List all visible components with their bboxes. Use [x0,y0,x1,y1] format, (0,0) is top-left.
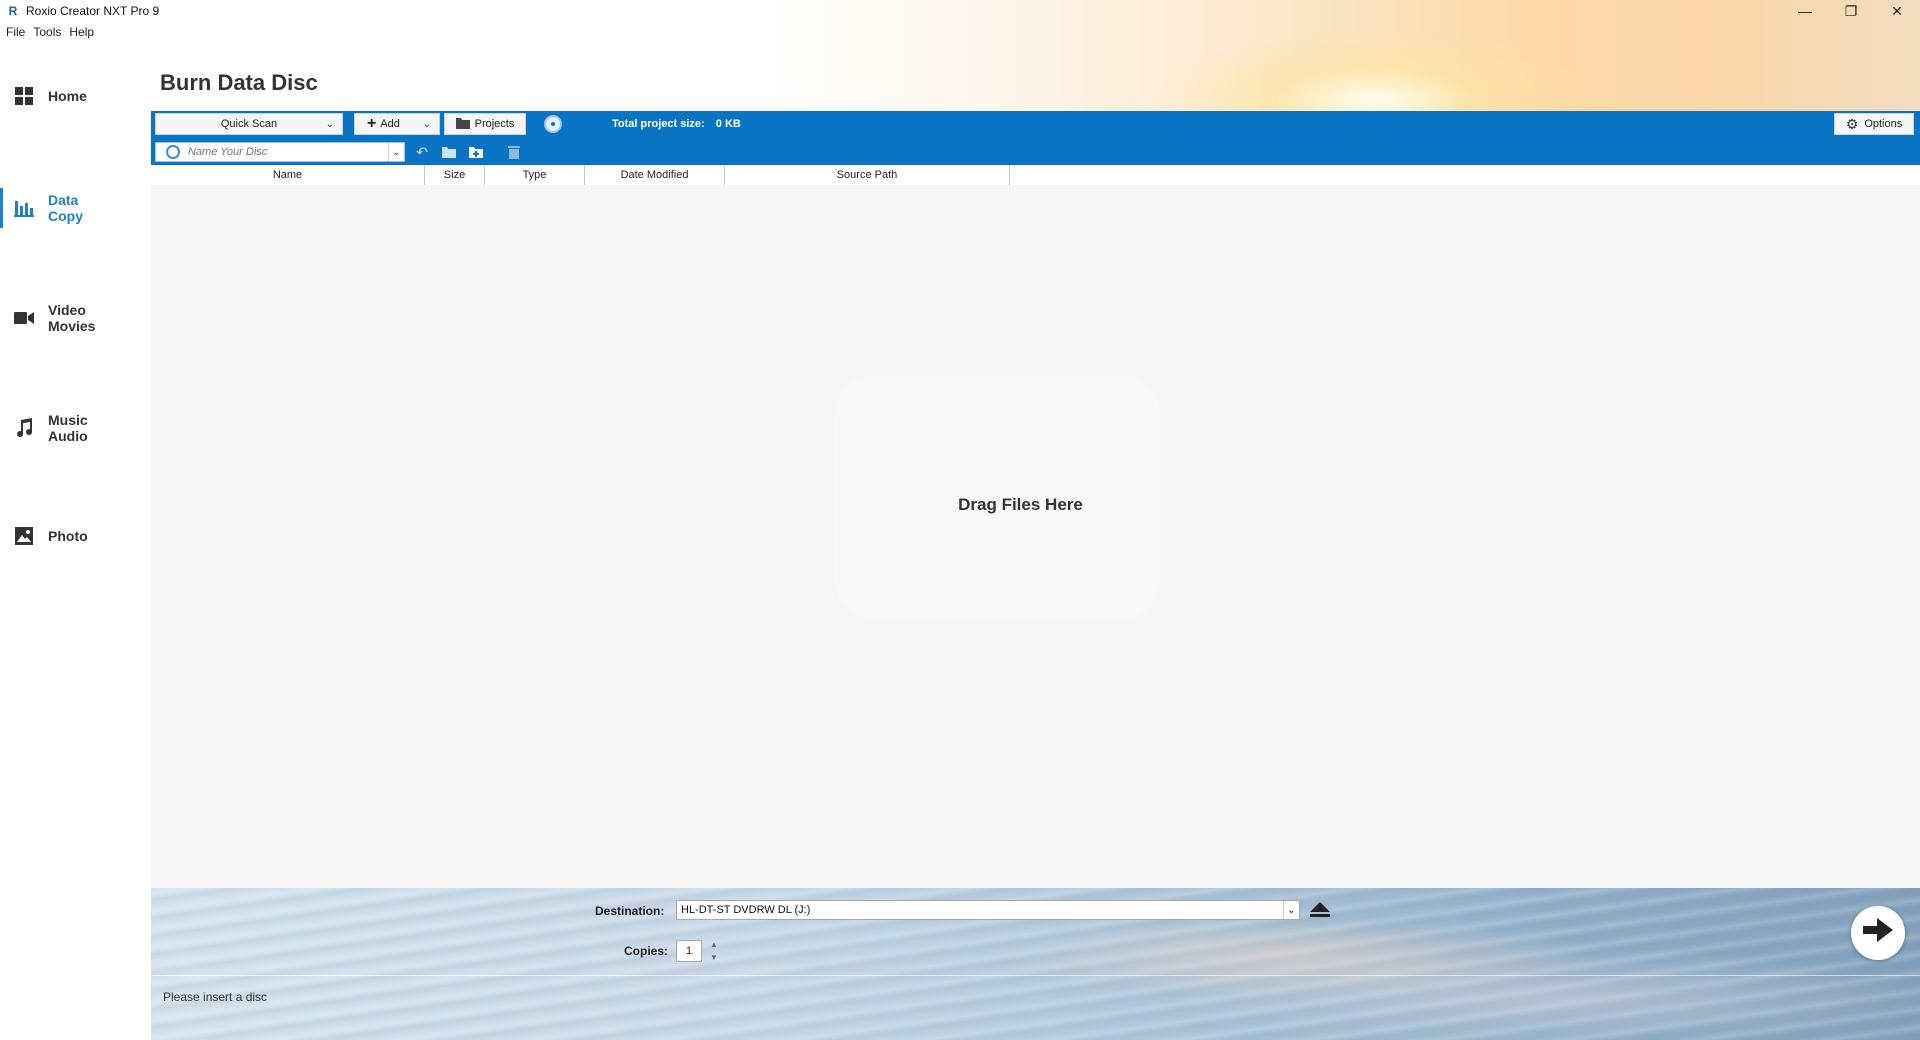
copies-stepper[interactable]: ▲ ▼ [707,940,721,962]
total-project-size: Total project size: 0 KB [612,118,741,130]
page-title: Burn Data Disc [160,70,318,95]
chevron-down-icon: ⌄ [1283,901,1299,919]
window-title: Roxio Creator NXT Pro 9 [26,4,160,18]
add-button[interactable]: + Add ⌄ [354,113,440,135]
sidebar-item-label-line1: Music [48,412,88,428]
scan-mode-label: Quick Scan [220,118,278,130]
chart-icon [14,198,34,218]
scan-mode-dropdown[interactable]: Quick Scan ⌄ [155,113,343,135]
sidebar-item-label-line1: Data [48,192,79,208]
destination-label: Destination: [595,904,665,918]
sidebar-item-label: Home [48,88,87,104]
status-text: Please insert a disc [163,990,268,1004]
chevron-down-icon: ⌄ [325,118,334,130]
file-list[interactable]: Name Size Type Date Modified Source Path… [151,165,1920,888]
projects-button[interactable]: Projects [444,113,526,135]
music-note-icon [14,418,34,438]
drop-zone-text: Drag Files Here [958,495,1083,514]
menu-file[interactable]: File [6,25,25,39]
disc-name-field[interactable]: ⌄ [155,142,405,162]
delete-icon[interactable] [505,143,523,161]
column-header-type[interactable]: Type [485,165,585,185]
disc-icon [166,145,180,159]
app-logo-icon: R [8,4,18,18]
sidebar-item-home[interactable]: Home [0,86,150,106]
burn-panel: Destination: HL-DT-ST DVDRW DL (J:) ⌄ Co… [151,888,1920,1040]
copies-label: Copies: [624,944,669,958]
chevron-down-icon[interactable]: ▼ [710,953,718,962]
close-button[interactable]: ✕ [1874,0,1920,22]
arrow-right-icon [1863,916,1893,950]
menu-bar: File Tools Help [0,22,102,42]
folder-icon [455,117,470,132]
plus-icon: + [367,115,377,132]
chevron-up-icon[interactable]: ▲ [710,940,718,949]
column-header-name[interactable]: Name [151,165,425,185]
sidebar-item-label-line2: Audio [48,428,88,444]
sidebar-item-photo[interactable]: Photo [0,526,150,546]
title-bar: R Roxio Creator NXT Pro 9 — ❐ ✕ [0,0,1920,22]
projects-label: Projects [474,118,515,130]
image-icon [14,526,34,546]
sidebar-item-label-line1: Video [48,302,86,318]
chevron-down-icon[interactable]: ⌄ [388,143,404,161]
column-header-size[interactable]: Size [425,165,485,185]
disc-refresh-icon[interactable] [544,115,562,133]
sidebar: Home Data Copy Video Movies Music Audio [0,42,150,1040]
sidebar-item-video-movies[interactable]: Video Movies [0,302,150,334]
destination-value: HL-DT-ST DVDRW DL (J:) [681,904,811,916]
sidebar-item-music-audio[interactable]: Music Audio [0,412,150,444]
restore-button[interactable]: ❐ [1828,0,1874,22]
sidebar-item-label-line2: Movies [48,318,96,334]
new-folder-icon[interactable] [467,143,485,161]
sidebar-item-data-copy[interactable]: Data Copy [0,188,150,228]
eject-icon[interactable] [1309,900,1331,920]
gear-icon: ⚙ [1845,115,1859,132]
divider [151,975,1920,976]
column-header-source-path[interactable]: Source Path [725,165,1010,185]
copies-input[interactable]: 1 [676,940,702,962]
video-camera-icon [14,308,34,328]
menu-tools[interactable]: Tools [33,25,61,39]
sidebar-item-label: Photo [48,528,88,544]
destination-dropdown[interactable]: HL-DT-ST DVDRW DL (J:) ⌄ [676,900,1300,920]
column-header-date-modified[interactable]: Date Modified [585,165,725,185]
options-label: Options [1864,118,1903,130]
add-label: Add [380,118,400,130]
menu-help[interactable]: Help [69,25,94,39]
grid-icon [14,86,34,106]
open-folder-icon[interactable] [440,143,458,161]
chevron-down-icon: ⌄ [422,118,431,130]
burn-next-button[interactable] [1851,906,1905,960]
window-controls: — ❐ ✕ [1782,0,1920,22]
disc-name-input[interactable] [186,145,388,159]
total-size-label: Total project size: [612,118,705,130]
options-button[interactable]: ⚙ Options [1834,113,1914,135]
sidebar-item-label-line2: Copy [48,208,83,224]
undo-icon[interactable]: ↶ [413,143,431,161]
minimize-button[interactable]: — [1782,0,1828,22]
total-size-value: 0 KB [715,118,741,130]
toolbar: Quick Scan ⌄ + Add ⌄ Projects Total proj… [151,111,1920,165]
